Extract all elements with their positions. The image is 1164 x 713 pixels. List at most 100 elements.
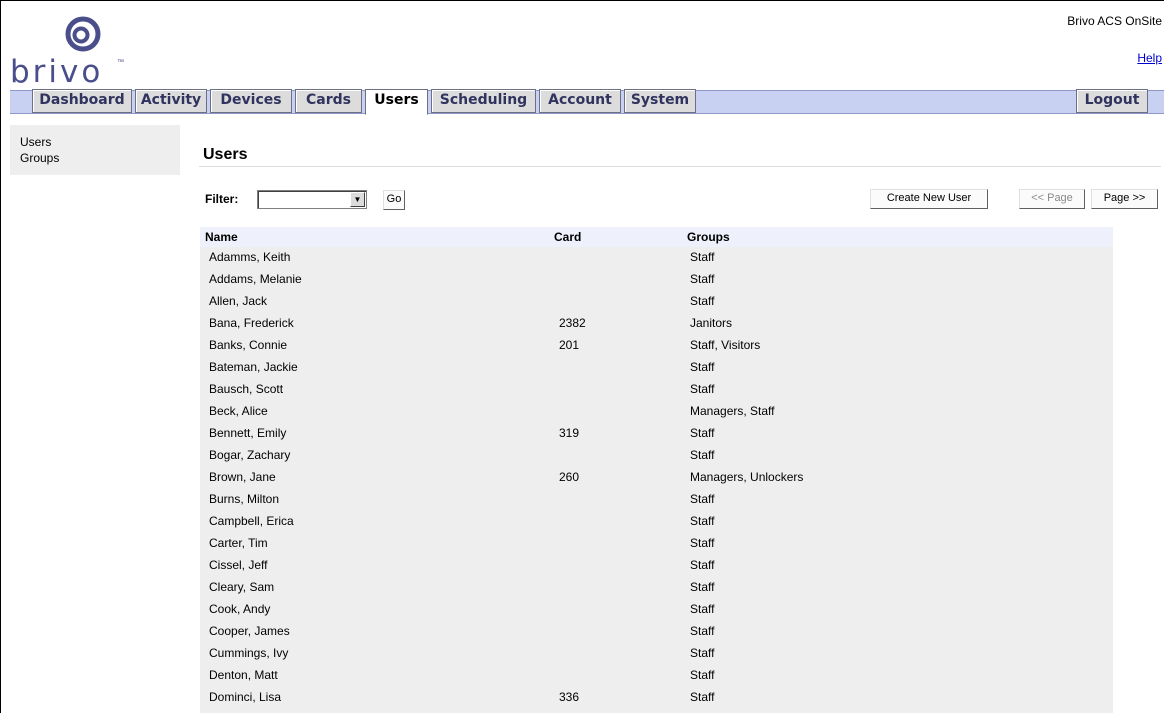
table-row[interactable]: Carter, Tim Staff [200, 533, 1113, 555]
table-row[interactable]: Denton, Matt Staff [200, 665, 1113, 687]
tab-scheduling[interactable]: Scheduling [431, 89, 536, 113]
logout-button[interactable]: Logout [1076, 89, 1148, 113]
sidebar-item-users[interactable]: Users [20, 135, 51, 149]
sidebar-item-groups[interactable]: Groups [20, 151, 59, 165]
table-row[interactable]: Burns, Milton Staff [200, 489, 1113, 511]
tab-activity[interactable]: Activity [135, 89, 207, 113]
table-row[interactable]: Cook, Andy Staff [200, 599, 1113, 621]
groups-cell: Managers, Staff [690, 404, 775, 418]
table-row[interactable]: Campbell, Erica Staff [200, 511, 1113, 533]
user-name-cell: Banks, Connie [209, 338, 288, 352]
user-name-cell: Bateman, Jackie [209, 360, 298, 374]
user-name-cell: Cooper, James [209, 624, 290, 638]
previous-page-button[interactable]: << Page [1019, 189, 1085, 209]
user-name-cell: Denton, Matt [209, 668, 278, 682]
table-row[interactable]: Cummings, Ivy Staff [200, 643, 1113, 665]
groups-cell: Staff [690, 426, 715, 440]
table-row[interactable]: Addams, Melanie Staff [200, 269, 1113, 291]
table-row[interactable]: Adamms, Keith Staff [200, 247, 1113, 269]
user-name-cell: Bausch, Scott [209, 382, 284, 396]
chevron-down-icon[interactable]: ▼ [350, 192, 365, 207]
groups-cell: Staff [690, 448, 715, 462]
site-name: Brivo ACS OnSite [1067, 14, 1162, 28]
groups-cell: Managers, Unlockers [690, 470, 804, 484]
brivo-logo: brivo ™ [10, 14, 130, 90]
filter-dropdown[interactable]: ▼ [257, 190, 367, 209]
groups-cell: Staff [690, 668, 715, 682]
user-name-cell: Campbell, Erica [209, 514, 294, 528]
table-row[interactable]: Dominci, Lisa 336 Staff [200, 687, 1113, 709]
tab-dashboard[interactable]: Dashboard [32, 89, 132, 113]
help-link[interactable]: Help [1137, 51, 1162, 65]
user-name-cell: Cissel, Jeff [209, 558, 268, 572]
table-row[interactable]: Bennett, Emily 319 Staff [200, 423, 1113, 445]
go-button[interactable]: Go [383, 190, 405, 210]
column-header-groups[interactable]: Groups [687, 230, 730, 244]
user-name-cell: Brown, Jane [209, 470, 276, 484]
user-name-cell: Adamms, Keith [209, 250, 291, 264]
user-name-cell: Allen, Jack [209, 294, 268, 308]
groups-cell: Staff [690, 690, 715, 704]
groups-cell: Staff [690, 602, 715, 616]
user-name-cell: Beck, Alice [209, 404, 268, 418]
next-page-button[interactable]: Page >> [1091, 189, 1158, 209]
title-divider [199, 166, 1161, 167]
user-name-cell: Dominci, Lisa [209, 690, 282, 704]
groups-cell: Staff [690, 382, 715, 396]
window-left-border [0, 0, 1, 713]
groups-cell: Staff [690, 294, 715, 308]
user-name-cell: Cook, Andy [209, 602, 271, 616]
table-row[interactable]: Bausch, Scott Staff [200, 379, 1113, 401]
card-number-cell: 201 [559, 338, 580, 352]
create-new-user-button[interactable]: Create New User [870, 189, 988, 209]
tab-system[interactable]: System [624, 89, 696, 113]
tab-users[interactable]: Users [365, 89, 428, 115]
card-number-cell: 336 [559, 690, 580, 704]
groups-cell: Staff [690, 558, 715, 572]
brivo-swirl-icon [65, 16, 101, 52]
card-number-cell: 2382 [559, 316, 586, 330]
tab-cards[interactable]: Cards [295, 89, 362, 113]
table-row[interactable]: Bana, Frederick 2382 Janitors [200, 313, 1113, 335]
users-table-header: Name Card Groups [200, 227, 1113, 247]
table-row[interactable]: Cleary, Sam Staff [200, 577, 1113, 599]
sidebar: Users Groups [10, 125, 180, 175]
user-name-cell: Burns, Milton [209, 492, 280, 506]
column-header-name[interactable]: Name [205, 230, 238, 244]
tab-account[interactable]: Account [539, 89, 621, 113]
table-row[interactable]: Beck, Alice Managers, Staff [200, 401, 1113, 423]
table-row[interactable]: Banks, Connie 201 Staff, Visitors [200, 335, 1113, 357]
card-number-cell: 260 [559, 470, 580, 484]
card-number-cell: 319 [559, 426, 580, 440]
groups-cell: Staff [690, 646, 715, 660]
user-name-cell: Bana, Frederick [209, 316, 294, 330]
user-name-cell: Bogar, Zachary [209, 448, 291, 462]
user-name-cell: Carter, Tim [209, 536, 268, 550]
users-table-body: Adamms, Keith Staff Addams, Melanie Staff Al… [200, 247, 1113, 713]
groups-cell: Staff [690, 624, 715, 638]
groups-cell: Janitors [690, 316, 733, 330]
groups-cell: Staff [690, 360, 715, 374]
table-row[interactable]: Cooper, James Staff [200, 621, 1113, 643]
table-row[interactable]: Bateman, Jackie Staff [200, 357, 1113, 379]
groups-cell: Staff [690, 536, 715, 550]
table-row[interactable]: Brown, Jane 260 Managers, Unlockers [200, 467, 1113, 489]
column-header-card[interactable]: Card [554, 230, 581, 244]
table-row[interactable]: Cissel, Jeff Staff [200, 555, 1113, 577]
user-name-cell: Bennett, Emily [209, 426, 287, 440]
logo-wordmark: brivo [10, 54, 104, 90]
groups-cell: Staff [690, 492, 715, 506]
groups-cell: Staff [690, 250, 715, 264]
tab-devices[interactable]: Devices [210, 89, 292, 113]
groups-cell: Staff [690, 514, 715, 528]
user-name-cell: Addams, Melanie [209, 272, 302, 286]
table-row[interactable]: Bogar, Zachary Staff [200, 445, 1113, 467]
groups-cell: Staff, Visitors [690, 338, 761, 352]
table-row[interactable]: Allen, Jack Staff [200, 291, 1113, 313]
logo-trademark: ™ [117, 59, 124, 66]
user-name-cell: Cummings, Ivy [209, 646, 289, 660]
filter-label: Filter: [205, 192, 239, 206]
groups-cell: Staff [690, 580, 715, 594]
page-title: Users [203, 146, 248, 163]
window-top-border [0, 0, 1164, 1]
